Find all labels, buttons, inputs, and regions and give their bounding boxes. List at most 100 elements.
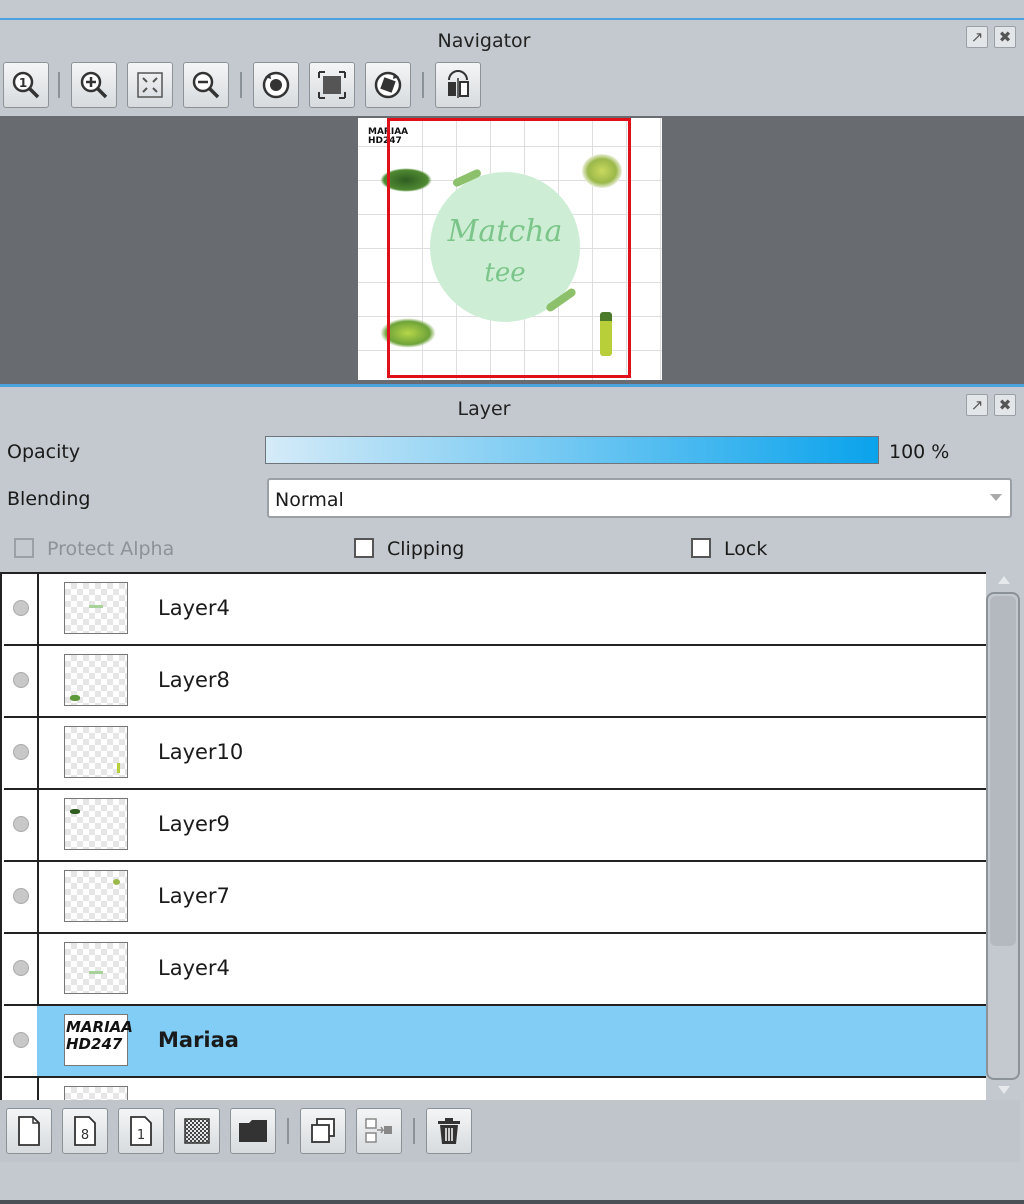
rotate-right-button[interactable] — [365, 62, 411, 108]
new-1bit-layer-button[interactable]: 1 — [118, 1108, 164, 1154]
layer-row[interactable]: Layer4 — [4, 574, 986, 646]
zoom-in-button[interactable] — [71, 62, 117, 108]
fit-window-icon — [137, 72, 163, 98]
layer-panel-close-icon[interactable]: ✖ — [994, 394, 1016, 416]
svg-text:1: 1 — [19, 76, 27, 90]
layer-name: Layer10 — [158, 740, 244, 764]
visibility-toggle[interactable] — [4, 646, 39, 716]
zoom-100-icon: 1 — [12, 71, 40, 99]
visibility-dot-icon — [13, 600, 29, 616]
canvas-preview: MARIAA HD247 Matcha tee — [358, 118, 662, 380]
visibility-toggle[interactable] — [4, 574, 39, 644]
layer-row[interactable]: Layer10 — [4, 718, 986, 790]
layer-row[interactable]: Layer4 — [4, 934, 986, 1006]
clipping-checkbox[interactable] — [354, 538, 374, 558]
new-tone-layer-button[interactable] — [174, 1108, 220, 1154]
layer-panel-divider — [0, 384, 1024, 387]
layer-thumbnail-text: MARIAA HD247 — [66, 1018, 133, 1053]
toolbar-separator — [422, 72, 424, 98]
zoom-out-icon — [192, 71, 220, 99]
protect-alpha-label: Protect Alpha — [47, 538, 175, 560]
halftone-icon — [184, 1118, 210, 1144]
visibility-dot-icon — [13, 672, 29, 688]
layer-panel-popout-icon[interactable]: ↗ — [966, 394, 988, 416]
layer-row[interactable]: Layer7 — [4, 862, 986, 934]
layer-name: Layer4 — [158, 956, 230, 980]
layer-thumbnail — [64, 798, 128, 850]
visibility-toggle[interactable] — [4, 934, 39, 1004]
layer-thumbnail — [64, 942, 128, 994]
visibility-dot-icon — [13, 744, 29, 760]
visibility-toggle[interactable] — [4, 790, 39, 860]
svg-text:1: 1 — [137, 1128, 145, 1143]
visibility-dot-icon — [13, 888, 29, 904]
visibility-toggle[interactable] — [4, 1006, 39, 1076]
new-folder-button[interactable] — [230, 1108, 276, 1154]
scroll-down-arrow-icon[interactable] — [998, 1086, 1010, 1094]
visibility-toggle[interactable] — [4, 862, 39, 932]
visibility-toggle[interactable] — [4, 1078, 39, 1100]
visibility-dot-icon — [13, 1032, 29, 1048]
zoom-out-button[interactable] — [183, 62, 229, 108]
svg-text:8: 8 — [81, 1128, 89, 1143]
viewport-frame[interactable] — [387, 118, 631, 378]
scrollbar-thumb[interactable] — [990, 596, 1016, 946]
new-1bit-layer-icon: 1 — [130, 1116, 152, 1146]
duplicate-icon — [311, 1118, 335, 1143]
layer-thumbnail — [64, 870, 128, 922]
navigator-title: Navigator — [437, 30, 531, 52]
layer-name: Layer9 — [158, 812, 230, 836]
layer-row-partial[interactable] — [4, 1078, 986, 1100]
reset-view-icon — [318, 71, 346, 99]
rotate-right-icon — [374, 71, 402, 99]
top-strip — [0, 0, 1024, 20]
visibility-toggle[interactable] — [4, 718, 39, 788]
lock-checkbox[interactable] — [691, 538, 711, 558]
zoom-actual-size-button[interactable]: 1 — [3, 62, 49, 108]
toolbar-separator — [58, 72, 60, 98]
layer-thumbnail — [64, 1086, 128, 1100]
navigator-popout-icon[interactable]: ↗ — [966, 26, 988, 48]
layer-thumbnail — [64, 582, 128, 634]
layer-thumbnail — [64, 726, 128, 778]
blending-select-value: Normal — [275, 489, 344, 511]
duplicate-layer-button[interactable] — [300, 1108, 346, 1154]
merge-down-button[interactable] — [356, 1108, 402, 1154]
scrollbar-track[interactable] — [986, 592, 1020, 1080]
flip-horizontal-button[interactable] — [435, 62, 481, 108]
navigator-close-icon[interactable]: ✖ — [994, 26, 1016, 48]
new-layer-button[interactable] — [6, 1108, 52, 1154]
navigator-canvas[interactable]: MARIAA HD247 Matcha tee — [0, 116, 1024, 384]
blending-select[interactable]: Normal — [267, 478, 1012, 518]
folder-icon — [239, 1120, 267, 1142]
layer-row[interactable]: Layer8 — [4, 646, 986, 718]
clipping-label: Clipping — [387, 538, 465, 560]
opacity-slider-fill — [266, 437, 878, 463]
opacity-slider[interactable] — [265, 436, 879, 464]
fit-window-button[interactable] — [127, 62, 173, 108]
layer-row-selected[interactable]: MARIAA HD247 Mariaa — [4, 1006, 986, 1078]
layer-thumbnail: MARIAA HD247 — [64, 1014, 133, 1066]
toolbar-separator — [413, 1118, 415, 1144]
flip-horizontal-icon — [448, 70, 469, 98]
layer-thumbnail — [64, 654, 128, 706]
layer-list-scrollbar[interactable] — [986, 572, 1022, 1100]
scroll-up-arrow-icon[interactable] — [998, 576, 1010, 584]
opacity-label: Opacity — [7, 441, 81, 463]
reset-rotation-button[interactable] — [309, 62, 355, 108]
rotate-left-button[interactable] — [253, 62, 299, 108]
layer-name: Mariaa — [158, 1028, 239, 1052]
blending-label: Blending — [7, 488, 91, 510]
zoom-in-icon — [80, 71, 108, 99]
layer-name: Layer8 — [158, 668, 230, 692]
protect-alpha-checkbox[interactable] — [14, 538, 34, 558]
delete-layer-button[interactable] — [426, 1108, 472, 1154]
rotate-left-icon — [262, 71, 290, 99]
panel-bottom-edge — [0, 1200, 1024, 1204]
merge-icon — [365, 1118, 392, 1143]
dropdown-arrow-icon — [990, 494, 1002, 501]
new-8bit-layer-button[interactable]: 8 — [62, 1108, 108, 1154]
layer-row[interactable]: Layer9 — [4, 790, 986, 862]
lock-label: Lock — [724, 538, 768, 560]
layer-name: Layer7 — [158, 884, 230, 908]
